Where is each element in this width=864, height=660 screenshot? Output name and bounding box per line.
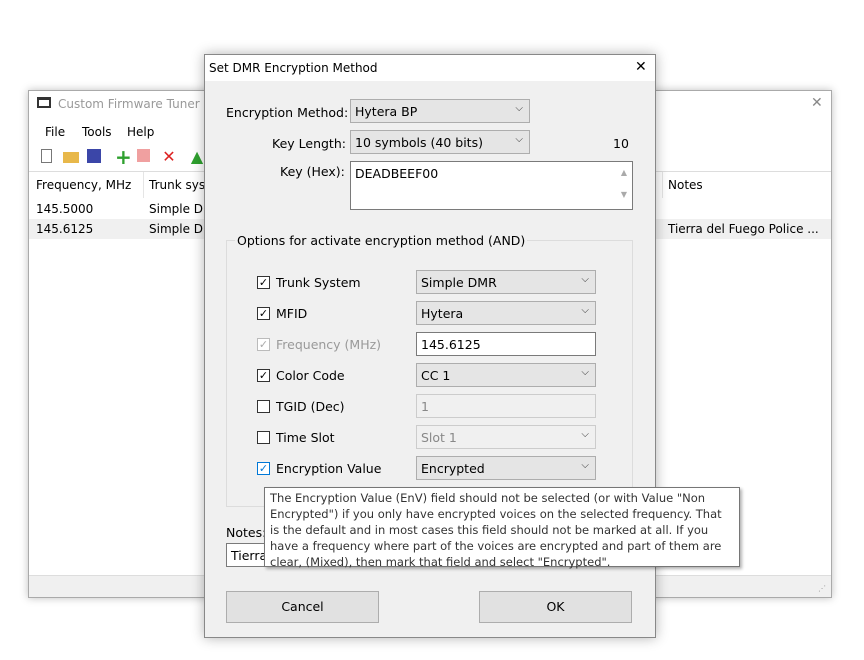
encryption-value-label: Encryption Value bbox=[276, 461, 382, 476]
notes-value: Tierra bbox=[231, 548, 268, 563]
key-length-label: Key Length: bbox=[272, 136, 346, 151]
tgid-label: TGID (Dec) bbox=[276, 399, 345, 414]
chevron-down-icon: ⌵ bbox=[581, 429, 589, 440]
delete-icon[interactable]: ✕ bbox=[161, 149, 177, 165]
cell-frequency: 145.5000 bbox=[36, 202, 94, 216]
key-input[interactable]: DEADBEEF00 ▲ ▼ bbox=[350, 161, 633, 210]
chevron-down-icon: ⌵ bbox=[515, 103, 523, 114]
move-up-icon[interactable]: ▲ bbox=[189, 149, 205, 165]
cell-frequency: 145.6125 bbox=[36, 222, 94, 236]
trunk-system-checkbox[interactable]: ✓ bbox=[257, 276, 270, 289]
tgid-value: 1 bbox=[421, 399, 429, 414]
color-code-select[interactable]: CC 1 ⌵ bbox=[416, 363, 596, 387]
notes-label: Notes: bbox=[226, 525, 267, 540]
main-close-button[interactable]: ✕ bbox=[811, 95, 823, 111]
open-folder-icon[interactable] bbox=[63, 152, 79, 163]
frequency-input[interactable]: 145.6125 bbox=[416, 332, 596, 356]
encryption-method-value: Hytera BP bbox=[355, 104, 418, 119]
menu-tools[interactable]: Tools bbox=[82, 125, 112, 139]
add-icon[interactable]: + bbox=[115, 147, 132, 167]
frequency-value: 145.6125 bbox=[421, 337, 481, 352]
save-icon[interactable] bbox=[87, 149, 101, 163]
key-value: DEADBEEF00 bbox=[355, 166, 439, 181]
encryption-value-tooltip: The Encryption Value (EnV) field should … bbox=[264, 487, 740, 569]
menu-help[interactable]: Help bbox=[127, 125, 154, 139]
key-scrollbar[interactable]: ▲ ▼ bbox=[616, 162, 632, 209]
trunk-system-select[interactable]: Simple DMR ⌵ bbox=[416, 270, 596, 294]
column-frequency[interactable]: Frequency, MHz bbox=[36, 178, 131, 192]
time-slot-value: Slot 1 bbox=[421, 430, 457, 445]
column-trunk[interactable]: Trunk syst bbox=[149, 178, 210, 192]
app-icon bbox=[37, 97, 51, 108]
key-label: Key (Hex): bbox=[280, 164, 345, 179]
encryption-value-checkbox[interactable]: ✓ bbox=[257, 462, 270, 475]
encryption-method-label: Encryption Method: bbox=[226, 105, 349, 120]
column-notes[interactable]: Notes bbox=[668, 178, 703, 192]
color-code-checkbox[interactable]: ✓ bbox=[257, 369, 270, 382]
main-window-title: Custom Firmware Tuner : D: bbox=[58, 97, 225, 111]
chevron-down-icon: ⌵ bbox=[581, 274, 589, 285]
mfid-checkbox[interactable]: ✓ bbox=[257, 307, 270, 320]
encryption-value-value: Encrypted bbox=[421, 461, 485, 476]
time-slot-select[interactable]: Slot 1 ⌵ bbox=[416, 425, 596, 449]
color-code-label: Color Code bbox=[276, 368, 345, 383]
copy-icon[interactable] bbox=[137, 149, 150, 162]
ok-button[interactable]: OK bbox=[479, 591, 632, 623]
time-slot-label: Time Slot bbox=[276, 430, 335, 445]
dialog-title: Set DMR Encryption Method bbox=[209, 61, 378, 75]
tgid-checkbox[interactable] bbox=[257, 400, 270, 413]
key-length-value: 10 symbols (40 bits) bbox=[355, 135, 483, 150]
chevron-down-icon: ⌵ bbox=[581, 367, 589, 378]
dialog-close-button[interactable]: ✕ bbox=[635, 59, 647, 75]
chevron-down-icon: ⌵ bbox=[581, 460, 589, 471]
trunk-system-label: Trunk System bbox=[276, 275, 361, 290]
tgid-input[interactable]: 1 bbox=[416, 394, 596, 418]
chevron-down-icon: ⌵ bbox=[515, 134, 523, 145]
encryption-value-select[interactable]: Encrypted ⌵ bbox=[416, 456, 596, 480]
options-group-title: Options for activate encryption method (… bbox=[235, 233, 528, 248]
frequency-label: Frequency (MHz) bbox=[276, 337, 382, 352]
frequency-checkbox: ✓ bbox=[257, 338, 270, 351]
key-length-select[interactable]: 10 symbols (40 bits) ⌵ bbox=[350, 130, 530, 154]
resize-grip-icon[interactable]: ⋰ bbox=[818, 584, 826, 593]
menu-file[interactable]: File bbox=[45, 125, 65, 139]
new-file-icon[interactable] bbox=[41, 149, 52, 163]
chevron-down-icon: ⌵ bbox=[581, 305, 589, 316]
dialog-title-bar: Set DMR Encryption Method ✕ bbox=[205, 55, 655, 81]
color-code-value: CC 1 bbox=[421, 368, 451, 383]
time-slot-checkbox[interactable] bbox=[257, 431, 270, 444]
cancel-button[interactable]: Cancel bbox=[226, 591, 379, 623]
mfid-value: Hytera bbox=[421, 306, 464, 321]
trunk-system-value: Simple DMR bbox=[421, 275, 497, 290]
mfid-label: MFID bbox=[276, 306, 308, 321]
encryption-method-select[interactable]: Hytera BP ⌵ bbox=[350, 99, 530, 123]
key-length-count: 10 bbox=[613, 136, 629, 151]
cell-notes: Tierra del Fuego Police ... bbox=[668, 222, 819, 236]
mfid-select[interactable]: Hytera ⌵ bbox=[416, 301, 596, 325]
